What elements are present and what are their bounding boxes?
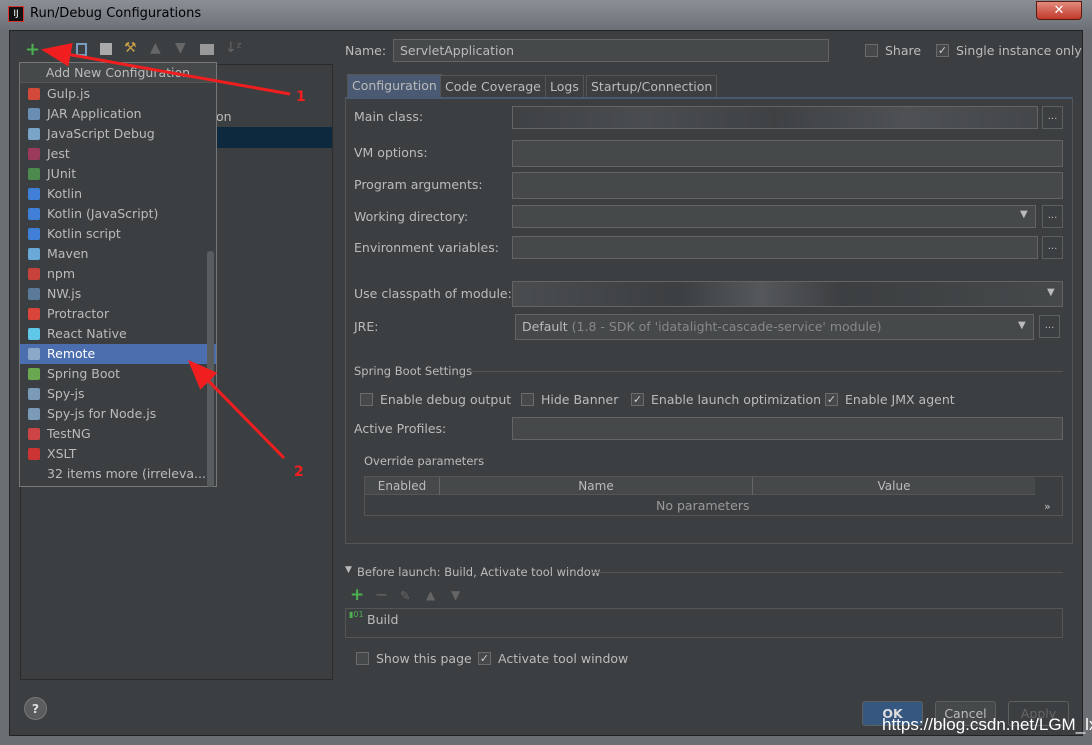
annotation-arrow-2 (187, 359, 286, 460)
annotation-arrow-1 (41, 42, 291, 96)
annotation-overlay: 1 2 (41, 42, 306, 480)
annotation-label-2: 2 (294, 464, 304, 480)
annotation-label-1: 1 (296, 89, 306, 105)
